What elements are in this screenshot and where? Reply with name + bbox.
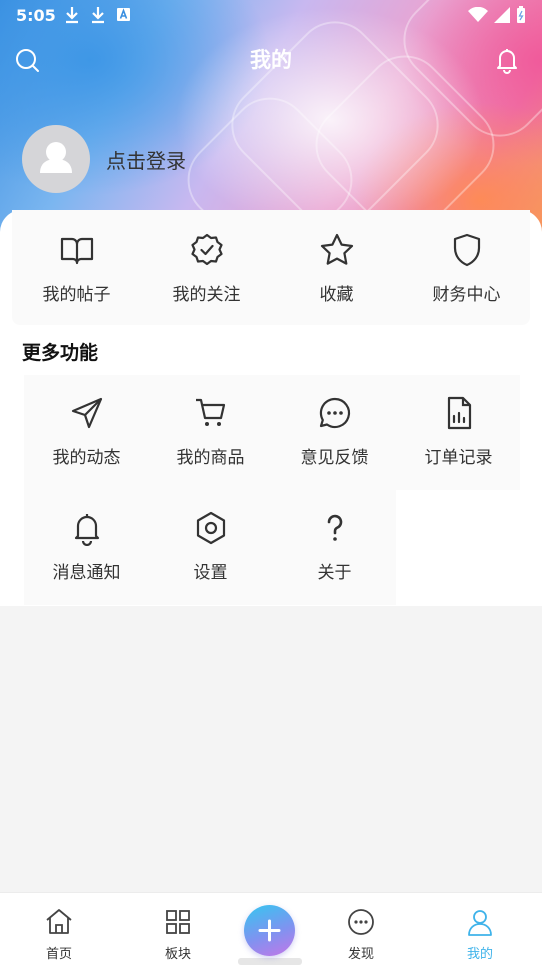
bell-icon: [497, 49, 517, 74]
menu-card: 我的帖子 我的关注 收藏 财务中心 更多功能 我的动态 我的商品 意见反馈 订单…: [0, 210, 542, 606]
quick-item-finance[interactable]: 财务中心: [404, 232, 529, 305]
quick-item-my-posts[interactable]: 我的帖子: [14, 232, 139, 305]
more-item-label: 我的商品: [176, 448, 245, 468]
header-background: [0, 0, 542, 279]
section-title-more: 更多功能: [22, 342, 99, 364]
tab-home[interactable]: 首页: [29, 907, 89, 962]
more-item-settings[interactable]: 设置: [148, 510, 273, 583]
send-icon: [71, 397, 102, 429]
tab-boards[interactable]: 板块: [148, 907, 208, 962]
quick-item-label: 我的帖子: [42, 285, 111, 305]
chat-bubble-icon: [319, 397, 350, 429]
more-functions-grid: 我的动态 我的商品 意见反馈 订单记录 消息通知 设置 关于: [24, 375, 520, 605]
tab-label: 首页: [45, 947, 72, 962]
bell-icon: [74, 514, 99, 546]
more-item-label: 关于: [317, 563, 352, 583]
discover-chat-icon: [348, 909, 374, 935]
cart-icon: [195, 398, 225, 426]
quick-item-favorites[interactable]: 收藏: [274, 232, 399, 305]
verified-badge-icon: [190, 233, 223, 266]
status-time: 5:05: [16, 6, 56, 25]
quick-item-label: 收藏: [319, 285, 354, 305]
quick-item-label: 财务中心: [432, 285, 501, 305]
more-item-order-records[interactable]: 订单记录: [396, 395, 521, 468]
status-bar: 5:05: [0, 0, 542, 30]
tab-label: 我的: [466, 947, 493, 962]
more-item-label: 消息通知: [52, 563, 121, 583]
tab-discover[interactable]: 发现: [331, 907, 391, 962]
tab-label: 板块: [164, 947, 191, 962]
signal-icon: [494, 7, 510, 23]
tab-mine[interactable]: 我的: [450, 907, 510, 962]
download-icon: [92, 7, 104, 24]
more-item-label: 订单记录: [424, 448, 493, 468]
default-user-icon: [40, 142, 72, 173]
quick-item-following[interactable]: 我的关注: [144, 232, 269, 305]
tab-label: 发现: [347, 947, 374, 962]
more-item-notifications[interactable]: 消息通知: [24, 510, 149, 583]
battery-icon: [517, 6, 525, 23]
fab-base: [238, 958, 302, 965]
more-item-label: 设置: [193, 563, 228, 583]
login-link[interactable]: 点击登录: [106, 145, 186, 174]
user-icon: [468, 910, 492, 936]
quick-item-label: 我的关注: [172, 285, 241, 305]
download-icon: [66, 7, 78, 24]
notification-button[interactable]: [493, 46, 521, 74]
document-chart-icon: [447, 396, 471, 430]
more-item-my-activity[interactable]: 我的动态: [24, 395, 149, 468]
book-icon: [60, 237, 93, 265]
top-navigation: 我的: [0, 40, 542, 80]
more-item-label: 意见反馈: [300, 448, 369, 468]
grid-icon: [166, 910, 190, 934]
avatar[interactable]: [22, 125, 90, 193]
more-item-label: 我的动态: [52, 448, 121, 468]
screen: 5:05 我的 点击登录 我的帖子 我的关注 收藏 财务中心 更多功能 我的动态…: [0, 0, 542, 965]
star-icon: [320, 233, 353, 265]
question-icon: [327, 514, 342, 541]
plus-icon: [258, 919, 281, 942]
more-item-feedback[interactable]: 意见反馈: [272, 395, 397, 468]
wifi-icon: [468, 7, 488, 22]
more-item-about[interactable]: 关于: [272, 510, 397, 583]
settings-hex-icon: [196, 511, 225, 545]
app-a-icon: [117, 8, 130, 21]
more-item-my-products[interactable]: 我的商品: [148, 395, 273, 468]
shield-icon: [453, 233, 480, 267]
create-post-button[interactable]: [244, 905, 295, 956]
page-title: 我的: [250, 48, 292, 72]
home-icon: [46, 909, 72, 934]
quick-actions: 我的帖子 我的关注 收藏 财务中心: [12, 210, 530, 325]
